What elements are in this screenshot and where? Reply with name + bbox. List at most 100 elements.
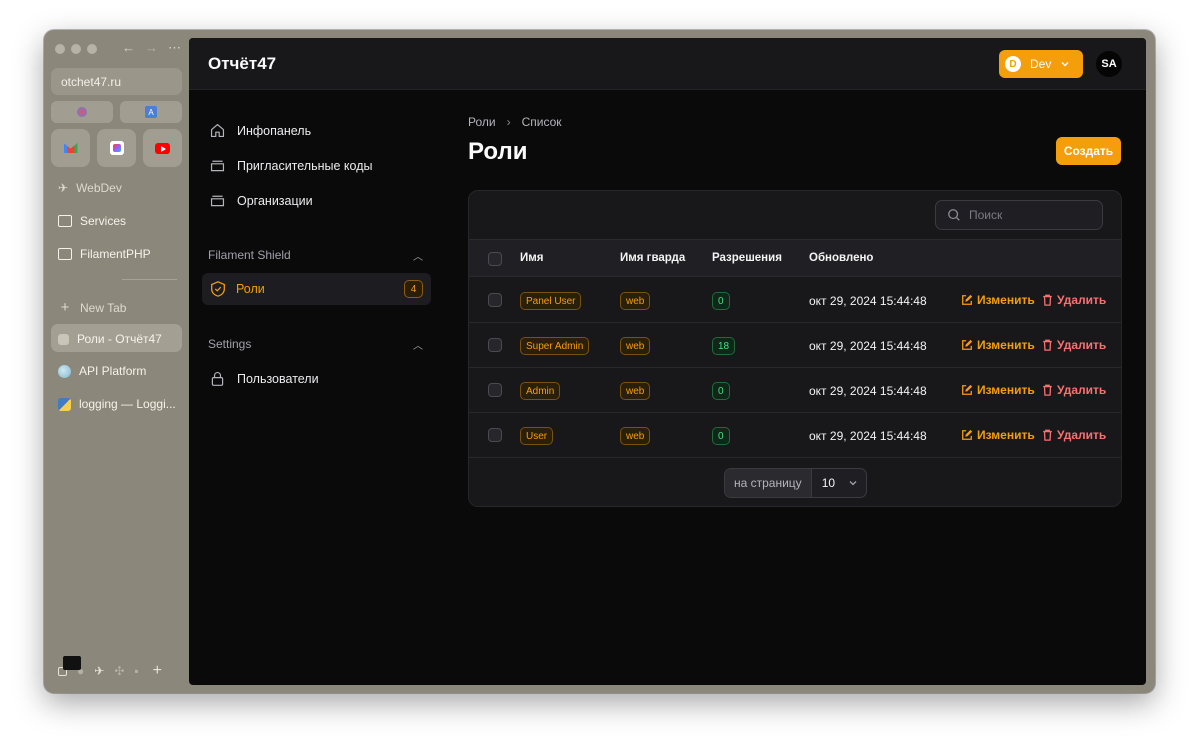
sidebar-item-label: Пользователи	[237, 371, 319, 386]
sidebar-item-users[interactable]: Пользователи	[209, 370, 319, 387]
row-checkbox[interactable]	[488, 383, 502, 397]
row-checkbox[interactable]	[488, 293, 502, 307]
nav-group-label[interactable]: Settings	[208, 337, 251, 351]
permissions-badge: 0	[712, 382, 730, 400]
divider	[122, 279, 177, 280]
per-page-value[interactable]: 10	[812, 476, 848, 490]
sidebar-item-invite-codes[interactable]: Пригласительные коды	[209, 157, 373, 174]
terminal-icon[interactable]	[63, 656, 81, 670]
column-header-guard[interactable]: Имя гварда	[620, 252, 685, 264]
pinned-tab[interactable]	[97, 129, 136, 167]
tenant-avatar: D	[1005, 56, 1021, 72]
search-input[interactable]	[969, 208, 1089, 222]
folder-services[interactable]: Services	[58, 214, 126, 228]
tab-logging[interactable]: logging — Loggi...	[58, 397, 176, 411]
pencil-square-icon	[962, 384, 973, 395]
delete-label: Удалить	[1057, 338, 1107, 352]
table-row[interactable]: Super Admin web 18 окт 29, 2024 15:44:48…	[469, 323, 1121, 368]
edit-button[interactable]: Изменить	[961, 428, 1035, 442]
pencil-square-icon	[962, 294, 973, 305]
delete-button[interactable]: Удалить	[1042, 428, 1106, 442]
tab-api-platform[interactable]: API Platform	[58, 364, 146, 378]
back-arrow-icon[interactable]: ←	[122, 40, 135, 56]
column-header-updated[interactable]: Обновлено	[809, 252, 873, 264]
search-field[interactable]	[935, 200, 1103, 230]
delete-label: Удалить	[1057, 428, 1107, 442]
table-row[interactable]: Admin web 0 окт 29, 2024 15:44:48 Измени…	[469, 368, 1121, 413]
breadcrumb: Роли › Список	[468, 115, 562, 129]
guard-badge: web	[620, 427, 651, 445]
column-header-permissions[interactable]: Разрешения	[712, 252, 782, 264]
brand-title[interactable]: Отчёт47	[208, 54, 276, 74]
folder-icon	[58, 248, 72, 260]
python-icon	[58, 397, 71, 411]
new-tab-button[interactable]: + New Tab	[58, 299, 127, 316]
shield-check-icon	[211, 281, 225, 297]
user-avatar[interactable]: SA	[1096, 51, 1122, 77]
role-name-badge: User	[520, 427, 554, 445]
delete-label: Удалить	[1057, 293, 1107, 307]
minimize-window-button[interactable]	[71, 44, 81, 54]
trash-icon	[1043, 339, 1052, 351]
permissions-badge: 18	[712, 337, 736, 355]
trash-icon	[1043, 429, 1052, 441]
chevron-down-icon	[849, 481, 857, 486]
edit-button[interactable]: Изменить	[961, 338, 1035, 352]
edit-button[interactable]: Изменить	[961, 383, 1035, 397]
lock-icon	[211, 371, 224, 386]
tab-label: logging — Loggi...	[79, 397, 176, 411]
table-row[interactable]: Panel User web 0 окт 29, 2024 15:44:48 И…	[469, 278, 1121, 323]
browser-window: ← → ⋯ otchet47.ru A ✈ WebDev Services Fi…	[44, 30, 1155, 693]
close-window-button[interactable]	[55, 44, 65, 54]
pinned-grid	[51, 129, 182, 167]
puzzle-icon[interactable]: ✣	[114, 664, 124, 678]
row-checkbox[interactable]	[488, 428, 502, 442]
count-badge: 4	[404, 280, 423, 298]
youtube-icon	[155, 142, 170, 154]
browser-nav: ← → ⋯	[122, 40, 181, 56]
guard-badge: web	[620, 382, 651, 400]
chevron-up-icon[interactable]: ︿	[413, 248, 423, 263]
delete-button[interactable]: Удалить	[1042, 383, 1106, 397]
delete-button[interactable]: Удалить	[1042, 338, 1106, 352]
tenant-switcher[interactable]: D Dev	[999, 50, 1083, 78]
sidebar-item-label: Пригласительные коды	[237, 158, 373, 173]
row-checkbox[interactable]	[488, 338, 502, 352]
nav-group-label[interactable]: Filament Shield	[208, 248, 291, 262]
pinned-tab[interactable]: A	[120, 101, 182, 123]
table-row[interactable]: User web 0 окт 29, 2024 15:44:48 Изменит…	[469, 413, 1121, 458]
sidebar-item-dashboard[interactable]: Инфопанель	[209, 122, 311, 139]
per-page-select[interactable]: на страницу 10	[724, 468, 867, 498]
chevron-up-icon[interactable]: ︿	[413, 337, 423, 352]
airplane-icon[interactable]: ✈	[94, 664, 104, 678]
url-bar[interactable]: otchet47.ru	[51, 68, 182, 95]
edit-button[interactable]: Изменить	[961, 293, 1035, 307]
pinned-tab[interactable]	[51, 129, 90, 167]
permissions-badge: 0	[712, 427, 730, 445]
edit-label: Изменить	[977, 428, 1035, 442]
sidebar-item-organizations[interactable]: Организации	[209, 192, 313, 209]
sidebar-item-label: Роли	[236, 282, 265, 296]
roles-table-card: Имя Имя гварда Разрешения Обновлено Pane…	[468, 190, 1122, 507]
forward-arrow-icon[interactable]: →	[145, 40, 158, 56]
page-title: Роли	[468, 138, 528, 165]
select-all-checkbox[interactable]	[488, 252, 502, 266]
pinned-row: A	[51, 101, 182, 123]
column-header-name[interactable]: Имя	[520, 252, 543, 264]
pinned-tab[interactable]	[51, 101, 113, 123]
folder-filamentphp[interactable]: FilamentPHP	[58, 247, 151, 261]
pinned-tab[interactable]	[143, 129, 182, 167]
more-icon[interactable]: ⋯	[168, 40, 181, 56]
space-webdev[interactable]: ✈ WebDev	[58, 181, 122, 195]
delete-button[interactable]: Удалить	[1042, 293, 1106, 307]
breadcrumb-link[interactable]: Роли	[468, 115, 496, 129]
maximize-window-button[interactable]	[87, 44, 97, 54]
document-icon[interactable]: ▪	[134, 664, 138, 678]
home-icon	[210, 123, 225, 138]
trash-icon	[1043, 384, 1052, 396]
create-button[interactable]: Создать	[1056, 137, 1121, 165]
sidebar-item-roles[interactable]: Роли 4	[202, 273, 431, 305]
tab-roles[interactable]: Роли - Отчёт47	[58, 332, 162, 346]
updated-at: окт 29, 2024 15:44:48	[809, 339, 927, 353]
add-icon[interactable]: +	[153, 662, 162, 680]
